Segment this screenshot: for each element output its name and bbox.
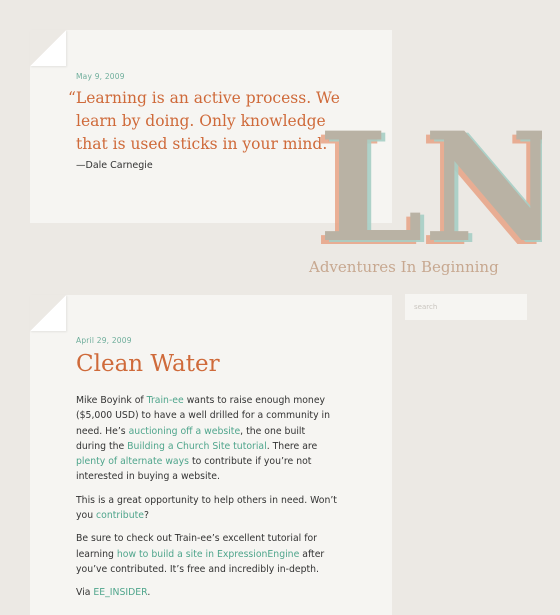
link-ee-insider[interactable]: EE_INSIDER [93,587,147,598]
page-fold-corner [30,295,66,331]
text: Mike Boyink of [76,395,147,406]
page-fold-corner [30,30,66,66]
quote-line-2: learn by doing. Only knowledge [76,112,326,130]
post-body: Mike Boyink of Train-ee wants to raise e… [76,393,338,609]
text: . There are [266,440,318,452]
link-expressionengine-tutorial[interactable]: how to build a site in ExpressionEngine [117,549,299,560]
quote-line-1: “Learning is an active process. We [68,89,340,107]
post-paragraph: Via EE_INSIDER. [76,585,338,600]
blog-post-card: April 29, 2009 Clean Water Mike Boyink o… [30,295,392,615]
quote-text: “Learning is an active process. We learn… [68,87,348,156]
search-input[interactable] [405,294,527,320]
logo-letters: LN [318,118,542,253]
link-auctioning-website[interactable]: auctioning off a website [129,426,241,437]
post-title[interactable]: Clean Water [76,351,220,377]
link-train-ee[interactable]: Train-ee [147,395,184,406]
post-paragraph: This is a great opportunity to help othe… [76,493,338,524]
quote-post-date: May 9, 2009 [76,72,125,81]
link-church-site-tutorial[interactable]: Building a Church Site tutorial [127,441,267,452]
quote-author: —Dale Carnegie [76,160,153,171]
post-date: April 29, 2009 [76,336,132,345]
text: ? [143,510,149,522]
post-paragraph: Mike Boyink of Train-ee wants to raise e… [76,393,338,485]
text: Via [76,587,94,599]
quote-line-3: that is used sticks in your mind.” [76,135,336,153]
site-logo[interactable]: LN LN LN [312,118,542,253]
link-alternate-ways[interactable]: plenty of alternate ways [76,456,189,467]
site-tagline: Adventures In Beginning [309,258,499,276]
link-contribute[interactable]: contribute [96,510,144,521]
text: . [147,587,151,599]
post-paragraph: Be sure to check out Train-ee’s excellen… [76,531,338,577]
